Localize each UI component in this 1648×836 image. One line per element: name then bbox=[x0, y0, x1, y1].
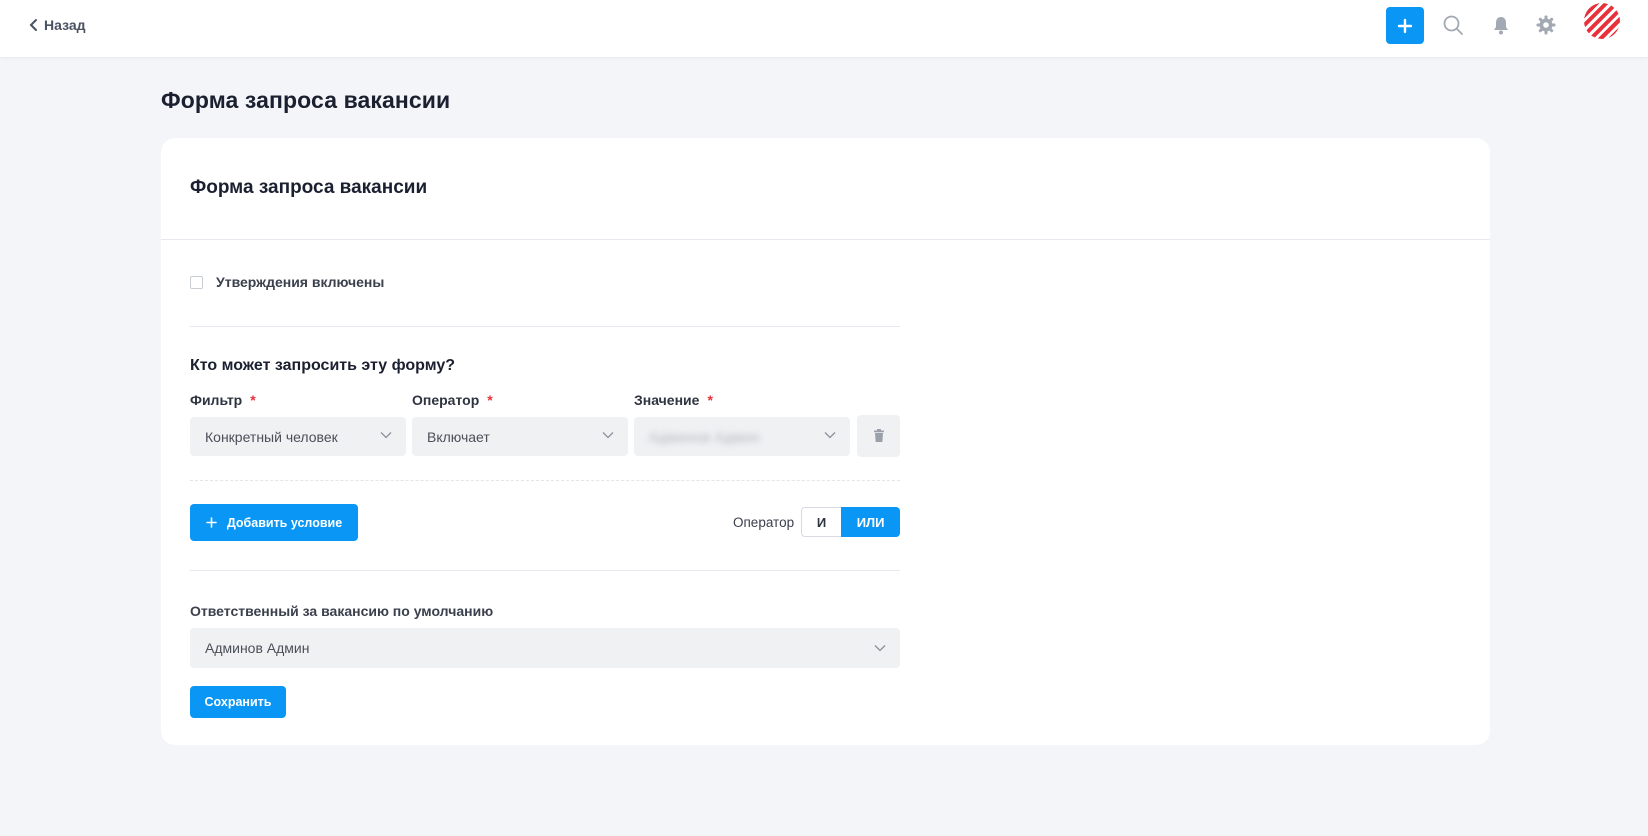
dashed-divider bbox=[190, 480, 900, 481]
value-select-value: Админов Админ bbox=[649, 428, 760, 445]
logic-and-button[interactable]: И bbox=[801, 507, 842, 537]
value-select[interactable]: Админов Админ bbox=[634, 417, 850, 456]
delete-condition-button[interactable] bbox=[857, 415, 900, 457]
logic-operator-label: Оператор bbox=[733, 514, 795, 530]
settings-button[interactable] bbox=[1534, 13, 1558, 37]
required-mark: * bbox=[250, 392, 256, 408]
chevron-left-icon bbox=[29, 19, 37, 31]
chevron-down-icon bbox=[874, 645, 886, 652]
chevron-down-icon bbox=[602, 432, 614, 439]
card-title: Форма запроса вакансии bbox=[190, 177, 428, 198]
required-mark: * bbox=[487, 392, 493, 408]
who-can-request-title: Кто может запросить эту форму? bbox=[190, 357, 456, 374]
value-label: Значение * bbox=[634, 392, 713, 408]
filter-select[interactable]: Конкретный человек bbox=[190, 417, 406, 456]
chevron-down-icon bbox=[824, 432, 836, 439]
section-divider bbox=[190, 570, 900, 571]
responsible-select[interactable]: Админов Админ bbox=[190, 628, 900, 668]
plus-icon bbox=[206, 517, 217, 528]
logic-operator-group: Оператор И ИЛИ bbox=[733, 507, 901, 537]
filter-select-value: Конкретный человек bbox=[205, 428, 338, 445]
back-button[interactable]: Назад bbox=[28, 15, 86, 35]
card-divider bbox=[161, 239, 1490, 240]
logic-or-button[interactable]: ИЛИ bbox=[841, 507, 901, 537]
required-mark: * bbox=[707, 392, 713, 408]
section-divider bbox=[190, 326, 900, 327]
operator-select[interactable]: Включает bbox=[412, 417, 628, 456]
approvals-label: Утверждения включены bbox=[216, 274, 385, 290]
add-condition-label: Добавить условие bbox=[226, 515, 343, 530]
search-button[interactable] bbox=[1441, 13, 1465, 37]
form-card: Форма запроса вакансии Утверждения включ… bbox=[161, 138, 1490, 745]
notifications-button[interactable] bbox=[1489, 13, 1513, 37]
back-label: Назад bbox=[44, 17, 86, 33]
bell-icon bbox=[1494, 17, 1508, 35]
top-bar: Назад bbox=[0, 0, 1648, 57]
user-avatar[interactable] bbox=[1584, 3, 1620, 39]
page-title: Форма запроса вакансии bbox=[161, 87, 451, 113]
trash-icon bbox=[873, 429, 884, 442]
search-icon bbox=[1443, 15, 1463, 35]
approvals-toggle[interactable]: Утверждения включены bbox=[190, 274, 384, 290]
save-button[interactable]: Сохранить bbox=[190, 686, 286, 718]
gear-icon bbox=[1536, 15, 1556, 35]
add-button[interactable] bbox=[1386, 7, 1424, 44]
responsible-select-value: Админов Админ bbox=[205, 640, 310, 656]
responsible-label: Ответственный за вакансию по умолчанию bbox=[190, 603, 494, 619]
approvals-checkbox[interactable] bbox=[190, 275, 203, 289]
operator-select-value: Включает bbox=[427, 428, 490, 445]
plus-icon bbox=[1397, 18, 1413, 33]
add-condition-button[interactable]: Добавить условие bbox=[190, 504, 358, 541]
operator-label: Оператор * bbox=[412, 392, 493, 408]
chevron-down-icon bbox=[380, 432, 392, 439]
filter-label: Фильтр * bbox=[190, 392, 256, 408]
